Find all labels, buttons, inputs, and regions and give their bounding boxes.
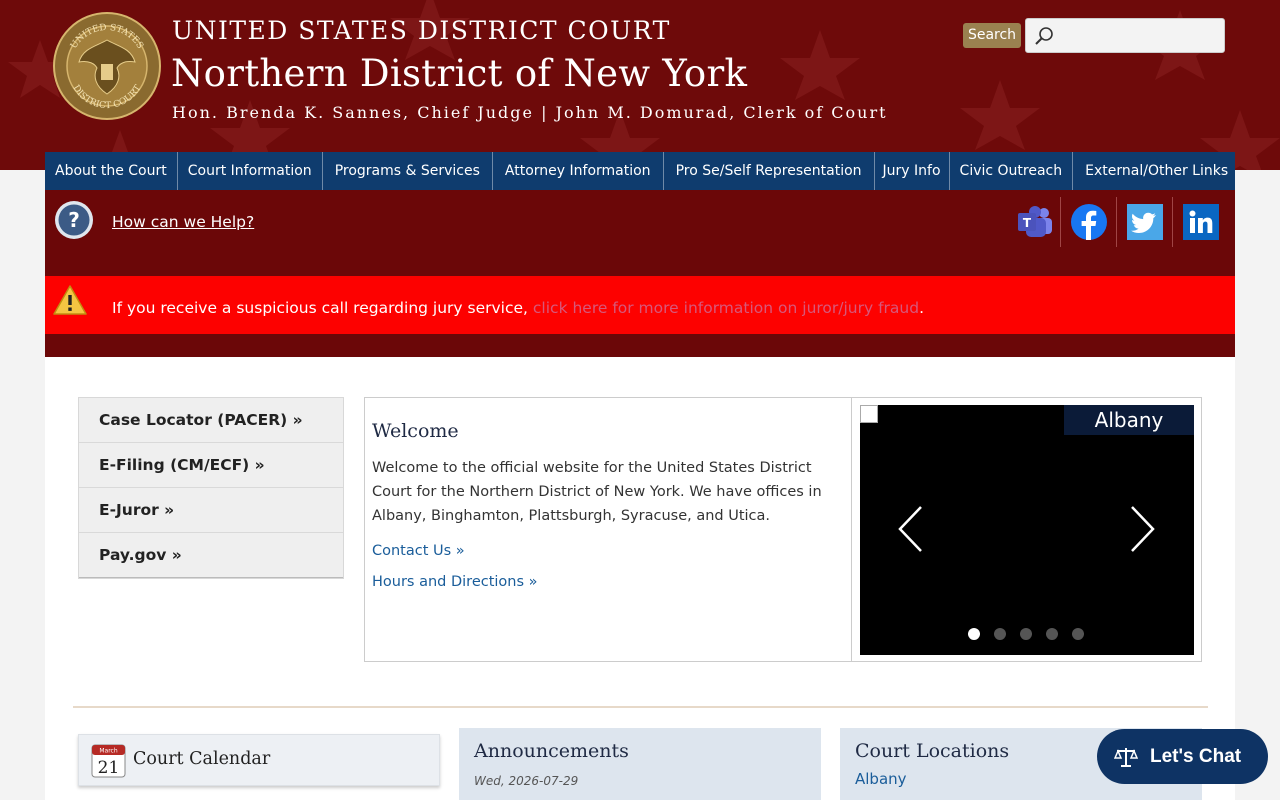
facebook-icon: [1070, 204, 1107, 240]
carousel-dot-5[interactable]: [1072, 628, 1084, 640]
jury-fraud-link[interactable]: click here for more information on juror…: [533, 299, 919, 317]
question-icon[interactable]: ?: [54, 200, 94, 240]
welcome-panel: Welcome Welcome to the official website …: [364, 397, 1202, 662]
alert-footer-band: [45, 334, 1235, 357]
broken-image-icon: [860, 405, 878, 423]
nav-attorney-information[interactable]: Attorney Information: [493, 152, 664, 190]
site-header: UNITED STATES DISTRICT COURT UNITED STAT…: [0, 0, 1280, 170]
court-seal-icon[interactable]: UNITED STATES DISTRICT COURT: [53, 12, 161, 120]
carousel-caption: Albany: [1064, 405, 1194, 435]
nav-about-the-court[interactable]: About the Court: [45, 152, 178, 190]
warning-icon: [53, 285, 87, 315]
court-calendar-label: Court Calendar: [133, 749, 271, 769]
main-content: Case Locator (PACER) » E-Filing (CM/ECF)…: [45, 357, 1235, 800]
quick-link-efiling[interactable]: E-Filing (CM/ECF) »: [79, 443, 343, 488]
calendar-icon: March 21: [91, 744, 126, 778]
announcements-title: Announcements: [474, 740, 629, 762]
search-field[interactable]: [1025, 18, 1225, 53]
facebook-link[interactable]: [1060, 197, 1116, 247]
carousel-prev-arrow-icon[interactable]: [898, 505, 924, 553]
court-officers: Hon. Brenda K. Sannes, Chief Judge | Joh…: [172, 103, 888, 122]
nav-pro-se[interactable]: Pro Se/Self Representation: [664, 152, 875, 190]
linkedin-link[interactable]: [1172, 197, 1228, 247]
nav-external-links[interactable]: External/Other Links: [1073, 152, 1240, 190]
quick-links: Case Locator (PACER) » E-Filing (CM/ECF)…: [78, 397, 344, 579]
court-name-line2[interactable]: Northern District of New York: [171, 52, 747, 95]
search-button[interactable]: Search: [963, 23, 1021, 48]
help-bar: ? How can we Help? T: [45, 190, 1235, 276]
search-icon: [1035, 27, 1053, 45]
carousel-dot-2[interactable]: [994, 628, 1006, 640]
carousel-dot-3[interactable]: [1020, 628, 1032, 640]
chat-button[interactable]: Let's Chat: [1097, 729, 1268, 784]
twitter-link[interactable]: [1116, 197, 1172, 247]
nav-civic-outreach[interactable]: Civic Outreach: [950, 152, 1074, 190]
court-name-line1: UNITED STATES DISTRICT COURT: [172, 16, 671, 45]
chat-label: Let's Chat: [1150, 746, 1242, 767]
carousel-next-arrow-icon[interactable]: [1129, 505, 1155, 553]
svg-text:T: T: [1023, 216, 1032, 230]
quick-link-ejuror[interactable]: E-Juror »: [79, 488, 343, 533]
calendar-month: March: [99, 748, 117, 755]
search-input[interactable]: [1058, 23, 1218, 49]
calendar-day: 21: [98, 758, 120, 778]
court-calendar-link[interactable]: March 21 Court Calendar: [78, 734, 440, 786]
welcome-text-block: Welcome Welcome to the official website …: [365, 398, 852, 661]
nav-programs-services[interactable]: Programs & Services: [323, 152, 493, 190]
teams-icon: T: [1018, 206, 1052, 237]
nav-court-information[interactable]: Court Information: [178, 152, 323, 190]
carousel-dot-4[interactable]: [1046, 628, 1058, 640]
linkedin-icon: [1182, 204, 1219, 240]
location-carousel: Albany: [860, 405, 1194, 655]
carousel-dot-1[interactable]: [968, 628, 980, 640]
announcements-panel: Announcements Wed, 2026-07-29: [459, 728, 821, 800]
twitter-icon: [1126, 204, 1163, 240]
alert-text: If you receive a suspicious call regardi…: [112, 299, 533, 317]
welcome-body: Welcome to the official website for the …: [372, 460, 822, 524]
section-divider: [73, 706, 1208, 708]
carousel-dots: [968, 628, 1084, 640]
welcome-title: Welcome: [372, 420, 459, 442]
quick-link-paygov[interactable]: Pay.gov »: [79, 533, 343, 578]
announcement-date: Wed, 2026-07-29: [474, 774, 579, 788]
quick-link-pacer[interactable]: Case Locator (PACER) »: [79, 398, 343, 443]
alert-message: If you receive a suspicious call regardi…: [112, 299, 924, 317]
main-nav: About the Court Court Information Progra…: [45, 152, 1235, 190]
nav-jury-info[interactable]: Jury Info: [875, 152, 950, 190]
teams-link[interactable]: T: [1007, 197, 1063, 247]
svg-text:?: ?: [68, 208, 80, 232]
contact-us-link[interactable]: Contact Us »: [372, 543, 844, 559]
hours-directions-link[interactable]: Hours and Directions »: [372, 574, 844, 590]
scales-icon: [1114, 748, 1138, 767]
alert-text-end: .: [919, 299, 925, 317]
help-link[interactable]: How can we Help?: [112, 213, 254, 231]
jury-fraud-alert: If you receive a suspicious call regardi…: [45, 276, 1235, 334]
